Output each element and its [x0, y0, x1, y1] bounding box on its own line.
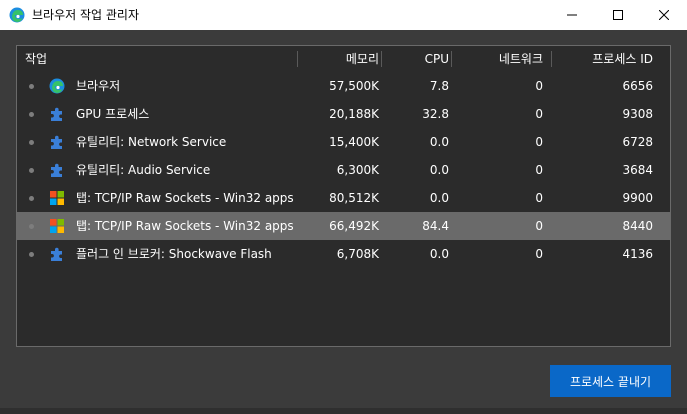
- pid-value: 3684: [622, 163, 653, 177]
- network-value: 0: [535, 219, 543, 233]
- puzzle-icon: [49, 134, 65, 150]
- task-name: 플러그 인 브로커: Shockwave Flash: [76, 247, 272, 261]
- minimize-button[interactable]: [549, 0, 595, 30]
- pid-value: 8440: [622, 219, 653, 233]
- task-name: 탭: TCP/IP Raw Sockets - Win32 apps |...: [76, 191, 296, 205]
- pid-value: 9900: [622, 191, 653, 205]
- cpu-value: 0.0: [429, 191, 449, 205]
- close-icon: [659, 10, 669, 20]
- edge-icon: [9, 7, 25, 23]
- puzzle-icon: [49, 106, 65, 122]
- memory-value: 6,300K: [336, 163, 379, 177]
- cpu-value: 7.8: [429, 79, 449, 93]
- end-process-button[interactable]: 프로세스 끝내기: [550, 365, 671, 397]
- table-row[interactable]: 탭: TCP/IP Raw Sockets - Win32 apps |... 8…: [17, 184, 670, 212]
- status-dot: [29, 168, 34, 173]
- table-row[interactable]: 탭: TCP/IP Raw Sockets - Win32 apps |... 6…: [17, 212, 670, 240]
- background-strip: [0, 408, 687, 414]
- cpu-value: 32.8: [422, 107, 449, 121]
- table-header: 작업 메모리 CPU 네트워크 프로세스 ID: [17, 46, 670, 72]
- column-divider: [381, 51, 382, 67]
- maximize-button[interactable]: [595, 0, 641, 30]
- task-name: GPU 프로세스: [76, 107, 150, 121]
- column-header-cpu[interactable]: CPU: [387, 46, 449, 72]
- column-header-network[interactable]: 네트워크: [457, 46, 543, 72]
- cpu-value: 0.0: [429, 135, 449, 149]
- table-row[interactable]: 브라우저 57,500K 7.8 0 6656: [17, 72, 670, 100]
- task-name: 유틸리티: Audio Service: [76, 163, 211, 177]
- cpu-value: 0.0: [429, 163, 449, 177]
- task-name: 브라우저: [76, 79, 121, 93]
- cpu-value: 0.0: [429, 247, 449, 261]
- table-row[interactable]: 플러그 인 브로커: Shockwave Flash 6,708K 0.0 0 4136: [17, 240, 670, 268]
- windows-logo-icon: [49, 190, 65, 206]
- column-divider: [451, 51, 452, 67]
- puzzle-icon: [49, 162, 65, 178]
- task-name: 탭: TCP/IP Raw Sockets - Win32 apps |...: [76, 219, 296, 233]
- column-header-memory[interactable]: 메모리: [307, 46, 379, 72]
- pid-value: 9308: [622, 107, 653, 121]
- title-bar: 브라우저 작업 관리자: [0, 0, 687, 30]
- memory-value: 80,512K: [329, 191, 379, 205]
- status-dot: [29, 252, 34, 257]
- memory-value: 57,500K: [329, 79, 379, 93]
- task-name: 유틸리티: Network Service: [76, 135, 227, 149]
- edge-icon: [49, 78, 65, 94]
- cpu-value: 84.4: [422, 219, 449, 233]
- table-row[interactable]: GPU 프로세스 20,188K 32.8 0 9308: [17, 100, 670, 128]
- column-header-task[interactable]: 작업: [25, 46, 47, 72]
- column-header-pid[interactable]: 프로세스 ID: [557, 46, 653, 72]
- status-dot: [29, 84, 34, 89]
- status-dot: [29, 112, 34, 117]
- status-dot: [29, 140, 34, 145]
- status-dot: [29, 224, 34, 229]
- memory-value: 15,400K: [329, 135, 379, 149]
- window-title: 브라우저 작업 관리자: [32, 8, 139, 22]
- network-value: 0: [535, 247, 543, 261]
- network-value: 0: [535, 135, 543, 149]
- maximize-icon: [613, 10, 623, 20]
- column-divider: [551, 51, 552, 67]
- pid-value: 4136: [622, 247, 653, 261]
- close-button[interactable]: [641, 0, 687, 30]
- pid-value: 6656: [622, 79, 653, 93]
- memory-value: 20,188K: [329, 107, 379, 121]
- task-table: 작업 메모리 CPU 네트워크 프로세스 ID 브라우저 57,500K 7.8 0 6…: [16, 45, 671, 347]
- network-value: 0: [535, 163, 543, 177]
- network-value: 0: [535, 79, 543, 93]
- status-dot: [29, 196, 34, 201]
- memory-value: 6,708K: [336, 247, 379, 261]
- memory-value: 66,492K: [329, 219, 379, 233]
- puzzle-icon: [49, 246, 65, 262]
- table-row[interactable]: 유틸리티: Network Service 15,400K 0.0 0 6728: [17, 128, 670, 156]
- pid-value: 6728: [622, 135, 653, 149]
- windows-logo-icon: [49, 218, 65, 234]
- network-value: 0: [535, 107, 543, 121]
- network-value: 0: [535, 191, 543, 205]
- table-row[interactable]: 유틸리티: Audio Service 6,300K 0.0 0 3684: [17, 156, 670, 184]
- minimize-icon: [567, 14, 577, 16]
- column-divider: [297, 51, 298, 67]
